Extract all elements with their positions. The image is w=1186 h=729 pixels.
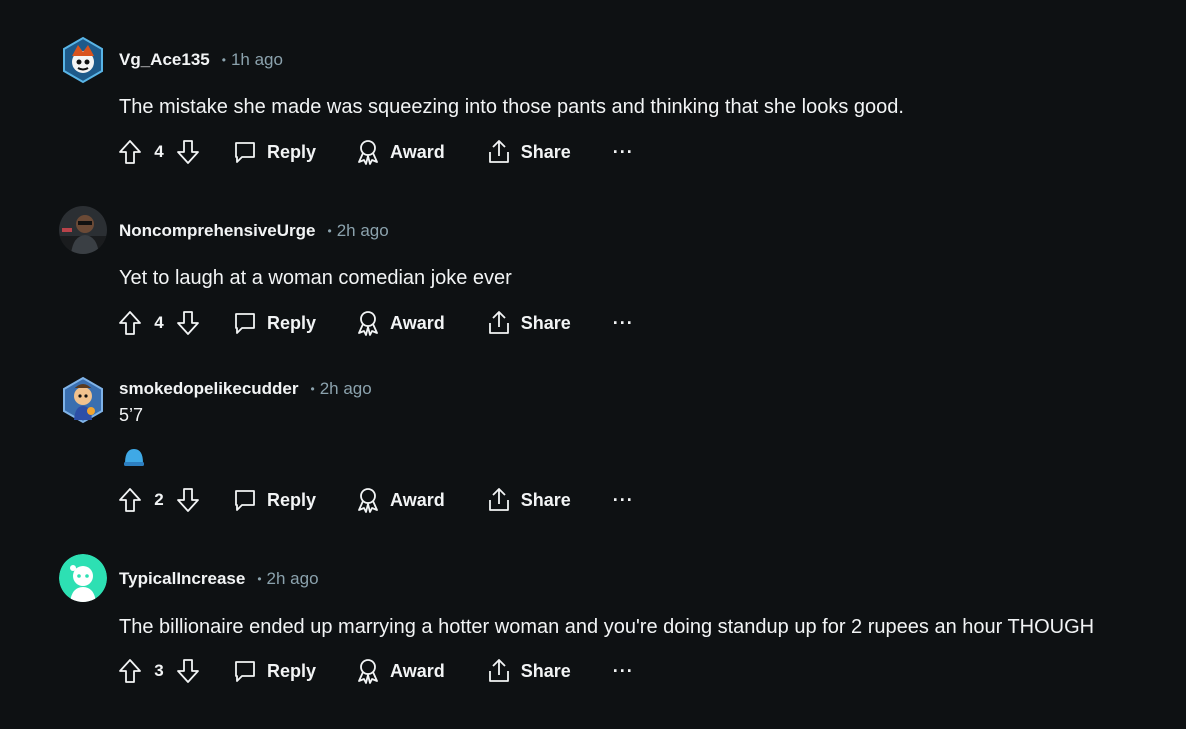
- share-upload-icon: [488, 659, 509, 682]
- reply-button[interactable]: Reply: [233, 659, 316, 683]
- speech-bubble-icon: [235, 142, 255, 163]
- more-options-button[interactable]: ···: [613, 490, 634, 511]
- separator-dot: •: [310, 382, 315, 396]
- upvote-arrow-icon[interactable]: [117, 310, 143, 336]
- separator-dot: •: [257, 572, 262, 586]
- vote-score: 2: [154, 490, 164, 509]
- vote-score: 4: [154, 142, 164, 161]
- award-label: Award: [390, 489, 445, 510]
- downvote-arrow-icon[interactable]: [175, 310, 201, 336]
- comment-action-bar: 3 Reply Award Share ···: [117, 656, 634, 686]
- reply-label: Reply: [267, 489, 317, 510]
- separator-dot: •: [327, 224, 332, 238]
- share-upload-icon: [488, 140, 509, 163]
- award-ribbon-icon: [358, 311, 378, 336]
- award-button[interactable]: Award: [356, 310, 445, 336]
- speech-bubble-icon: [235, 490, 255, 511]
- reply-button[interactable]: Reply: [233, 488, 316, 512]
- share-label: Share: [520, 141, 571, 162]
- share-label: Share: [520, 660, 571, 681]
- share-upload-icon: [488, 311, 509, 334]
- reply-button[interactable]: Reply: [233, 311, 316, 335]
- award-ribbon-icon: [358, 488, 378, 513]
- reply-label: Reply: [267, 660, 317, 681]
- award-ribbon-icon: [358, 140, 378, 165]
- speech-bubble-icon: [235, 313, 255, 334]
- more-options-button[interactable]: ···: [613, 142, 634, 163]
- separator-dot: •: [221, 53, 226, 67]
- share-label: Share: [520, 489, 571, 510]
- more-options-button[interactable]: ···: [613, 661, 634, 682]
- blue-cap-emoji: [123, 447, 145, 467]
- vote-score: 4: [154, 313, 164, 332]
- username[interactable]: TypicalIncrease: [119, 569, 245, 589]
- timestamp[interactable]: 2h ago: [337, 221, 389, 241]
- timestamp[interactable]: 2h ago: [320, 379, 372, 399]
- comment-header: NoncomprehensiveUrge • 2h ago: [119, 220, 389, 242]
- downvote-arrow-icon[interactable]: [175, 139, 201, 165]
- comment-text: The mistake she made was squeezing into …: [119, 96, 904, 118]
- avatar[interactable]: [59, 206, 107, 254]
- comment-header: TypicalIncrease • 2h ago: [119, 568, 319, 590]
- avatar[interactable]: [59, 376, 107, 424]
- comment-header: Vg_Ace135 • 1h ago: [119, 49, 283, 71]
- timestamp[interactable]: 2h ago: [267, 569, 319, 589]
- reply-button[interactable]: Reply: [233, 140, 316, 164]
- award-label: Award: [390, 312, 445, 333]
- reply-label: Reply: [267, 312, 317, 333]
- comment-action-bar: 2 Reply Award Share ···: [117, 485, 634, 515]
- speech-bubble-icon: [235, 661, 255, 682]
- username[interactable]: NoncomprehensiveUrge: [119, 221, 316, 241]
- share-button[interactable]: Share: [487, 658, 571, 684]
- avatar[interactable]: [59, 554, 107, 602]
- share-button[interactable]: Share: [487, 139, 571, 165]
- more-options-button[interactable]: ···: [613, 313, 634, 334]
- downvote-arrow-icon[interactable]: [175, 487, 201, 513]
- award-button[interactable]: Award: [356, 658, 445, 684]
- share-upload-icon: [488, 488, 509, 511]
- comment-action-bar: 4 Reply Award Share ···: [117, 308, 634, 338]
- comment-text: The billionaire ended up marrying a hott…: [119, 616, 1095, 638]
- share-label: Share: [520, 312, 571, 333]
- upvote-arrow-icon[interactable]: [117, 139, 143, 165]
- downvote-arrow-icon[interactable]: [175, 658, 201, 684]
- comment-header: smokedopelikecudder • 2h ago: [119, 378, 372, 400]
- award-button[interactable]: Award: [356, 487, 445, 513]
- username[interactable]: Vg_Ace135: [119, 50, 210, 70]
- award-button[interactable]: Award: [356, 139, 445, 165]
- timestamp[interactable]: 1h ago: [231, 50, 283, 70]
- award-label: Award: [390, 141, 445, 162]
- award-label: Award: [390, 660, 445, 681]
- comment-action-bar: 4 Reply Award Share ···: [117, 137, 634, 167]
- reply-label: Reply: [267, 141, 317, 162]
- upvote-arrow-icon[interactable]: [117, 658, 143, 684]
- upvote-arrow-icon[interactable]: [117, 487, 143, 513]
- comment-text: Yet to laugh at a woman comedian joke ev…: [119, 267, 512, 289]
- share-button[interactable]: Share: [487, 310, 571, 336]
- vote-score: 3: [154, 661, 164, 680]
- username[interactable]: smokedopelikecudder: [119, 379, 299, 399]
- share-button[interactable]: Share: [487, 487, 571, 513]
- avatar[interactable]: [59, 36, 107, 84]
- comment-text: 5’7: [119, 405, 144, 425]
- award-ribbon-icon: [358, 659, 378, 684]
